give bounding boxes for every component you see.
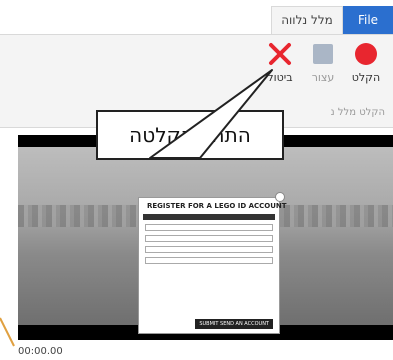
pause-label: עצור [311, 71, 335, 84]
close-icon [267, 41, 293, 67]
record-button[interactable]: הקלט [345, 41, 387, 84]
dialog-steps [143, 214, 275, 220]
start-recording-callout: התחל הקלטה [96, 110, 284, 160]
tab-file[interactable]: File [343, 6, 393, 34]
cancel-label: ביטול [267, 71, 293, 84]
video-frame: REGISTER FOR A LEGO ID ACCOUNT SUBMIT SE… [18, 147, 393, 334]
timecode: 00:00.00 [18, 346, 63, 357]
dialog-field [145, 235, 273, 242]
dialog-field [145, 224, 273, 231]
ribbon-group-label: הקלט מלל נ [330, 107, 385, 118]
cancel-button[interactable]: ביטול [259, 41, 301, 84]
record-label: הקלט [351, 71, 381, 84]
video-preview[interactable]: REGISTER FOR A LEGO ID ACCOUNT SUBMIT SE… [18, 135, 393, 340]
dialog-close-icon [275, 192, 285, 202]
dialog-field [145, 246, 273, 253]
tab-accompanying-text[interactable]: מלל נלווה [271, 6, 343, 34]
stop-icon [310, 41, 336, 67]
record-icon [353, 41, 379, 67]
dialog-submit-button: SUBMIT SEND AN ACCOUNT [195, 319, 273, 329]
pause-button[interactable]: עצור [302, 41, 344, 84]
dialog-title: REGISTER FOR A LEGO ID ACCOUNT [147, 202, 287, 210]
ribbon-tabs: מלל נלווה File [0, 0, 393, 34]
registration-dialog: REGISTER FOR A LEGO ID ACCOUNT SUBMIT SE… [138, 192, 287, 334]
dialog-field [145, 257, 273, 264]
